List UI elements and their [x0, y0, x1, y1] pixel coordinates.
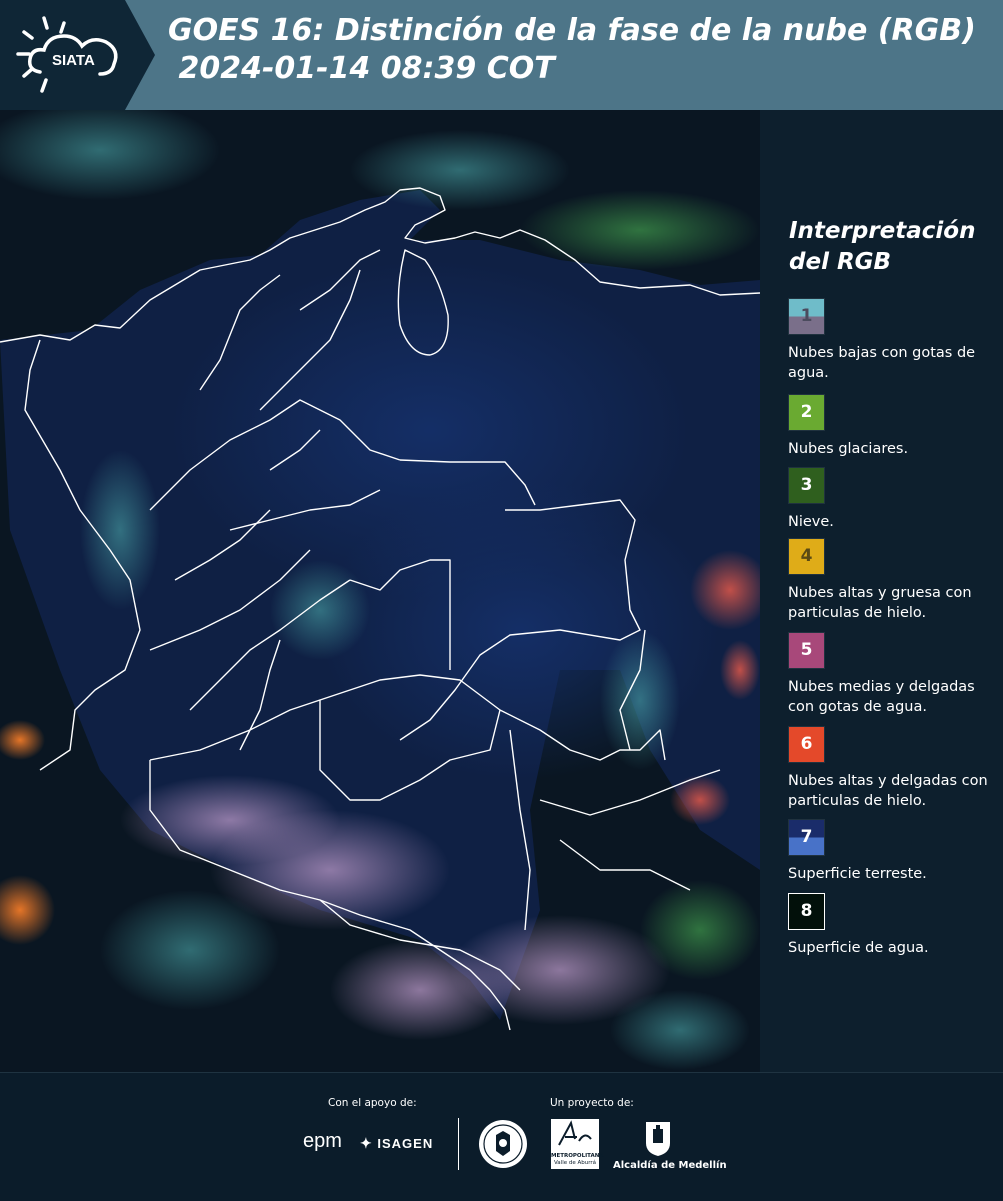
legend-number: 5	[800, 640, 813, 660]
legend-label: Nieve.	[788, 514, 834, 530]
legend-swatch-5: 5	[788, 632, 825, 669]
legend-number: 2	[800, 402, 813, 422]
legend-label: Nubes glaciares.	[788, 441, 909, 457]
legend-title: Interpretación del RGB	[789, 218, 976, 275]
legend-item-8: 8 Superficie de agua.	[788, 893, 998, 958]
epm-logo-text: epm	[303, 1130, 342, 1152]
legend-panel: Interpretación del RGB 1 Nubes bajas con…	[760, 110, 1003, 1072]
footer: Con el apoyo de: Un proyecto de: epm ✦ I…	[0, 1072, 1003, 1201]
legend-swatch-6: 6	[788, 726, 825, 763]
legend-number: 6	[800, 734, 813, 754]
medellin-shield-logo	[646, 1122, 670, 1156]
logo-text: SIATA	[52, 52, 95, 69]
epm-logo: epm	[303, 1130, 342, 1153]
legend-label: Superficie terreste.	[788, 866, 927, 882]
isagen-logo-text: ISAGEN	[377, 1136, 434, 1151]
satellite-image	[0, 110, 760, 1072]
isagen-logo: ✦ ISAGEN	[360, 1135, 433, 1152]
footer-divider	[458, 1118, 459, 1170]
legend-swatch-2: 2	[788, 394, 825, 431]
legend-item-4: 4 Nubes altas y gruesa con particulas de…	[788, 538, 998, 623]
legend-item-7: 7 Superficie terreste.	[788, 819, 998, 884]
legend-number: 8	[800, 901, 813, 921]
seal-logo	[479, 1120, 527, 1168]
legend-item-1: 1 Nubes bajas con gotas de agua.	[788, 298, 998, 383]
legend-label: Superficie de agua.	[788, 940, 929, 956]
isagen-icon: ✦	[360, 1135, 373, 1151]
area-metropolitana-logo: METROPOLITANA Valle de Aburrá	[551, 1119, 604, 1169]
legend-label: Nubes bajas con gotas de agua.	[788, 345, 976, 381]
header: SIATA GOES 16: Distinción de la fase de …	[0, 0, 1003, 110]
legend-item-6: 6 Nubes altas y delgadas con particulas …	[788, 726, 998, 811]
legend-swatch-7: 7	[788, 819, 825, 856]
legend-label: Nubes altas y gruesa con particulas de h…	[788, 585, 972, 621]
legend-swatch-8: 8	[788, 893, 825, 930]
legend-number: 7	[800, 827, 813, 847]
legend-label: Nubes altas y delgadas con particulas de…	[788, 773, 988, 809]
satellite-map	[0, 110, 760, 1072]
legend-item-2: 2 Nubes glaciares.	[788, 394, 998, 459]
legend-swatch-1: 1	[788, 298, 825, 335]
project-label: Un proyecto de:	[550, 1097, 634, 1109]
legend-number: 3	[800, 475, 813, 495]
siata-logo: SIATA	[16, 16, 118, 93]
title-line-2: 2024-01-14 08:39 COT	[168, 51, 555, 86]
support-label: Con el apoyo de:	[328, 1097, 417, 1109]
page-title: GOES 16: Distinción de la fase de la nub…	[168, 12, 976, 88]
legend-item-5: 5 Nubes medias y delgadas con gotas de a…	[788, 632, 998, 717]
area-logo-line1: METROPOLITANA	[551, 1153, 604, 1159]
legend-number: 1	[800, 306, 813, 326]
area-logo-mark	[558, 1120, 592, 1146]
medellin-label: Alcaldía de Medellín	[613, 1160, 727, 1171]
title-line-1: GOES 16: Distinción de la fase de la nub…	[168, 13, 976, 48]
legend-item-3: 3 Nieve.	[788, 467, 998, 532]
legend-number: 4	[800, 546, 813, 566]
area-logo-line2: Valle de Aburrá	[553, 1160, 597, 1166]
legend-swatch-3: 3	[788, 467, 825, 504]
legend-swatch-4: 4	[788, 538, 825, 575]
legend-label: Nubes medias y delgadas con gotas de agu…	[788, 679, 975, 715]
